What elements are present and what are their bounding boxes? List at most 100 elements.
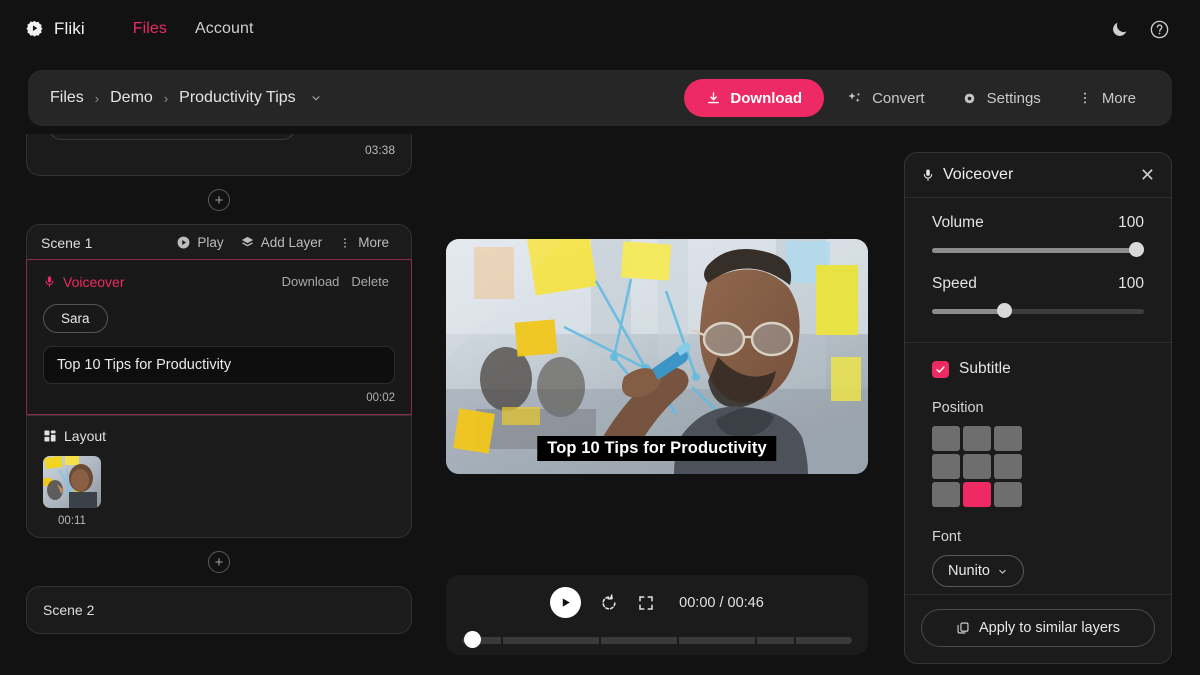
voice-name-chip[interactable]: Sara [43,304,108,333]
breadcrumb: Files › Demo › Productivity Tips [50,89,322,107]
speed-value: 100 [1118,275,1144,292]
add-scene-row-bottom: + [26,538,412,586]
position-cell-bottom-right[interactable] [994,482,1022,507]
voiceover-layer[interactable]: Voiceover Download Delete Sara 00:02 [26,259,412,415]
speed-slider-fill [932,309,1005,314]
speed-row: Speed 100 [932,275,1144,293]
position-cell-middle-center[interactable] [963,454,991,479]
font-select[interactable]: Nunito [932,555,1024,587]
video-preview[interactable]: Top 10 Tips for Productivity [446,239,868,474]
volume-label: Volume [932,214,984,231]
panel-title: Voiceover [943,166,1014,183]
voiceover-delete-link[interactable]: Delete [345,272,395,291]
voiceover-layer-header: Voiceover Download Delete [43,272,395,291]
position-cell-top-right[interactable] [994,426,1022,451]
play-icon [559,596,572,609]
position-cell-top-left[interactable] [932,426,960,451]
scene-marker [598,634,601,647]
breadcrumb-item-productivity-tips[interactable]: Productivity Tips [179,89,295,107]
player-time-display: 00:00 / 00:46 [679,594,764,611]
scene-more-button[interactable]: More [330,231,397,254]
scene-marker [793,634,796,647]
voiceover-download-link[interactable]: Download [276,272,346,291]
scene-card-2[interactable]: Scene 2 [26,586,412,634]
settings-button-label: Settings [986,89,1041,107]
chevron-down-icon[interactable] [310,92,322,104]
scene-1-header: Scene 1 Play Add Layer More [27,225,411,260]
scene-play-button[interactable]: Play [168,231,231,254]
brand-logo-group[interactable]: Fliki [24,19,85,40]
layout-thumbnail-duration: 00:11 [58,515,86,527]
subtitle-section: Subtitle Position Font Nunito [905,343,1171,587]
apply-to-similar-layers-button[interactable]: Apply to similar layers [921,609,1155,647]
nav-link-account[interactable]: Account [181,14,268,44]
speed-label: Speed [932,275,977,292]
fliki-play-badge-icon [24,19,45,40]
preview-subtitle: Top 10 Tips for Productivity [537,436,777,461]
font-value: Nunito [948,563,990,579]
breadcrumb-separator: › [163,90,169,106]
download-button[interactable]: Download [684,79,825,117]
subtitle-label: Subtitle [959,360,1011,377]
position-cell-top-center[interactable] [963,426,991,451]
loop-replay-icon[interactable] [599,593,619,613]
play-button[interactable] [550,587,582,618]
gear-icon [961,90,978,107]
speed-slider[interactable] [932,303,1144,318]
position-cell-middle-left[interactable] [932,454,960,479]
layout-thumbnail[interactable] [43,456,101,508]
position-label: Position [932,400,984,416]
scene-list[interactable]: 03:38 + Scene 1 Play Add Layer More Voic… [26,134,412,675]
fullscreen-icon[interactable] [637,594,655,612]
nav-link-files[interactable]: Files [119,14,181,44]
player-scrubber[interactable] [462,631,852,648]
settings-button[interactable]: Settings [947,80,1055,116]
position-cell-bottom-left[interactable] [932,482,960,507]
breadcrumb-item-demo[interactable]: Demo [110,89,153,107]
dots-vertical-icon [1077,90,1093,106]
voiceover-layer-title: Voiceover [43,274,124,290]
scene-marker [676,634,679,647]
breadcrumb-separator: › [94,90,100,106]
previous-scene-card-partial[interactable]: 03:38 [26,134,412,176]
chevron-down-icon [997,566,1008,577]
voiceover-settings-panel: Voiceover ✕ Volume 100 Speed 100 Subtitl… [904,152,1172,664]
video-player-controls: 00:00 / 00:46 [446,575,868,655]
position-cell-middle-right[interactable] [994,454,1022,479]
plus-circle-icon[interactable]: + [208,189,230,211]
convert-button[interactable]: Convert [832,80,939,116]
sparkles-icon [846,90,863,107]
volume-slider[interactable] [932,242,1144,257]
panel-header: Voiceover ✕ [905,153,1171,198]
moon-icon[interactable] [1102,12,1136,46]
panel-title-group: Voiceover [921,166,1013,184]
position-cell-bottom-center[interactable] [963,482,991,507]
add-scene-row-top: + [26,176,412,224]
more-button[interactable]: More [1063,80,1150,116]
scene-1-title: Scene 1 [41,234,93,251]
app-root: Fliki Files Account Files › Demo › Produ… [0,0,1200,675]
scrubber-handle[interactable] [464,631,481,648]
subtitle-checkbox[interactable] [932,360,949,378]
question-circle-icon[interactable] [1142,12,1176,46]
scene-marker [754,634,757,647]
subtitle-toggle-row[interactable]: Subtitle [932,343,1144,378]
add-layer-button[interactable]: Add Layer [232,231,331,254]
volume-slider-fill [932,248,1144,253]
volume-slider-handle[interactable] [1129,242,1144,257]
voiceover-text-input[interactable] [43,346,395,384]
checkmark-icon [935,364,946,375]
speed-slider-handle[interactable] [997,303,1013,318]
layout-layer[interactable]: Layout 00:11 [27,415,411,537]
previous-scene-duration: 03:38 [364,143,395,157]
breadcrumb-item-files[interactable]: Files [50,89,84,107]
close-icon[interactable]: ✕ [1140,166,1155,184]
volume-row: Volume 100 [932,214,1144,232]
voiceover-duration: 00:02 [366,392,395,404]
subtitle-position-grid [932,426,1144,507]
scene-card-1[interactable]: Scene 1 Play Add Layer More Voiceover Do… [26,224,412,538]
panel-body: Volume 100 Speed 100 [905,198,1171,336]
add-layer-label: Add Layer [260,235,323,250]
copy-icon [956,621,970,635]
plus-circle-icon[interactable]: + [208,551,230,573]
